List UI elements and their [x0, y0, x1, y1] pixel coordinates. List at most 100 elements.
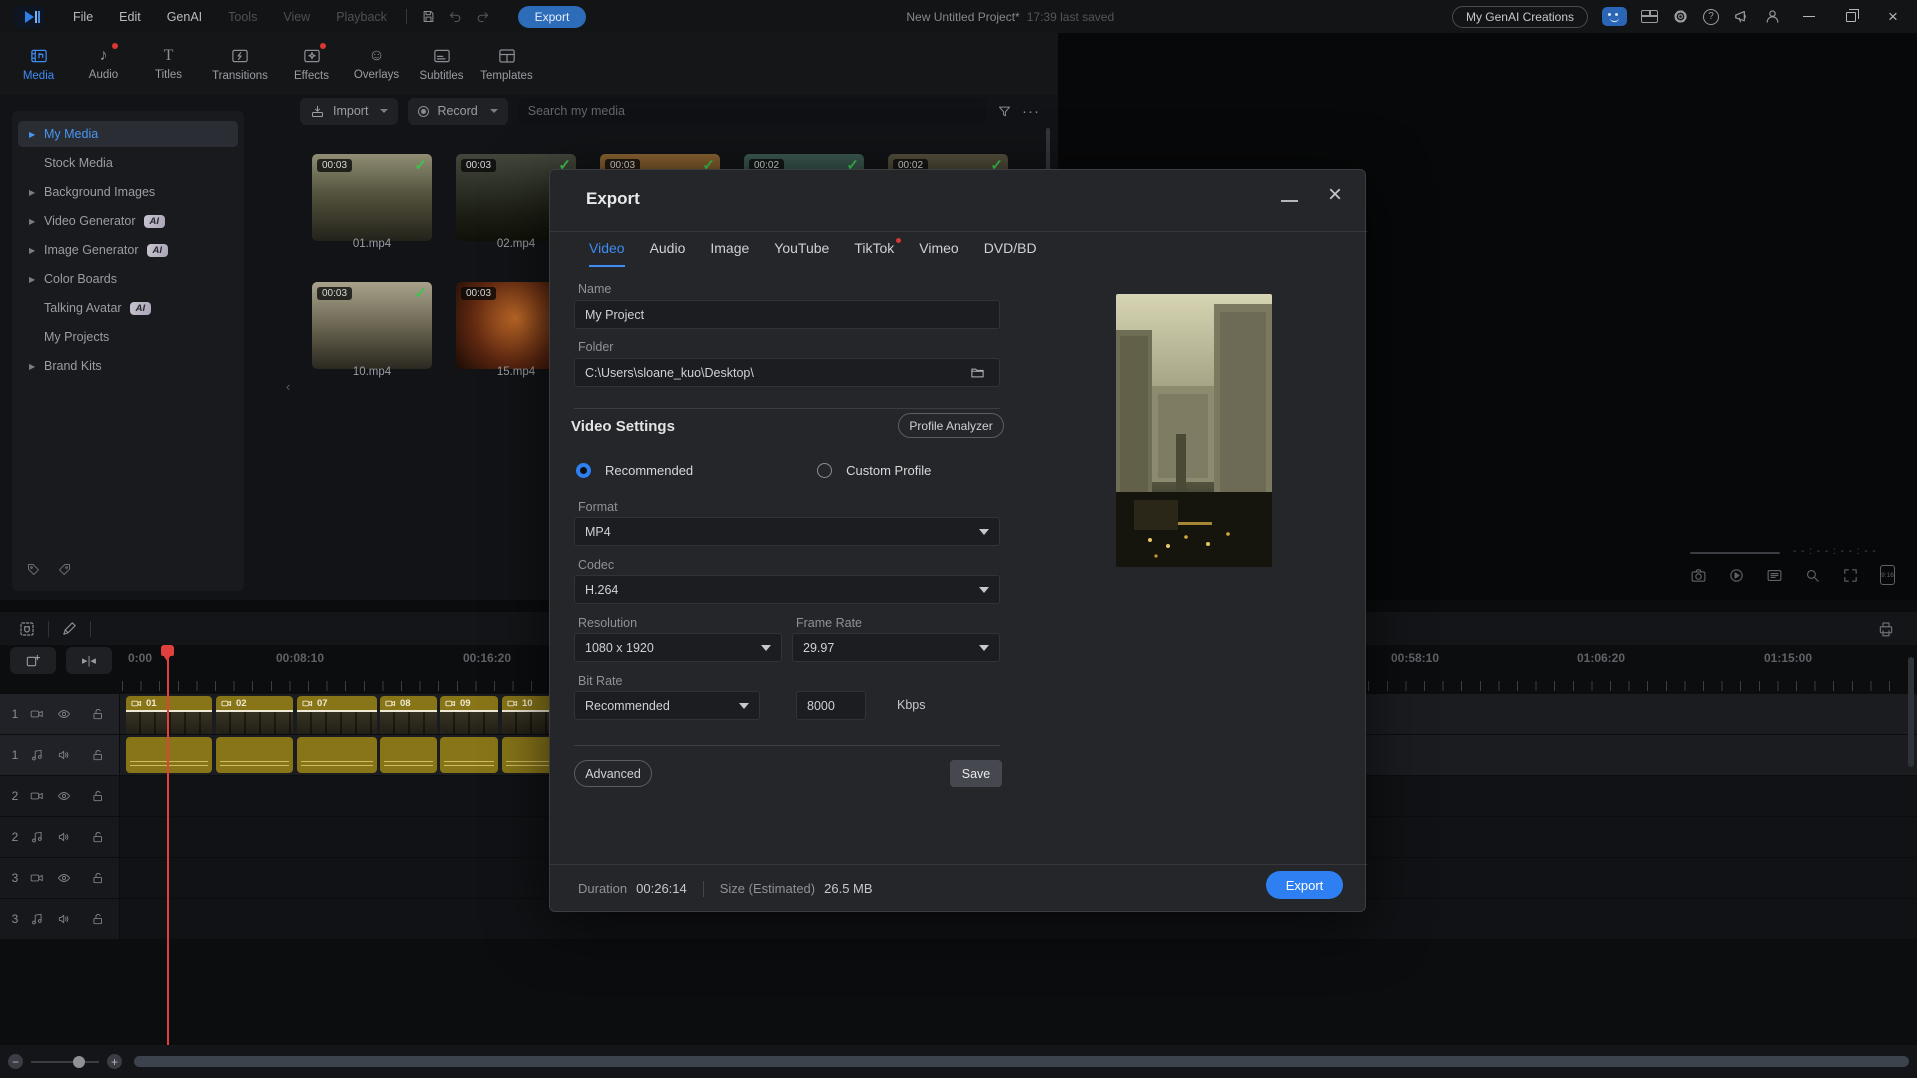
sidebar-item-brand-kits[interactable]: ▶ Brand Kits	[18, 353, 238, 379]
lock-icon[interactable]	[91, 912, 105, 926]
menu-tools[interactable]: Tools	[217, 6, 268, 28]
marker-list-icon[interactable]	[1766, 567, 1783, 584]
tab-tiktok[interactable]: TikTok	[854, 240, 894, 267]
tab-video[interactable]: Video	[589, 240, 625, 267]
redo-icon[interactable]	[469, 6, 496, 27]
resolution-dropdown[interactable]: 1080 x 1920	[574, 633, 782, 662]
bitrate-dropdown[interactable]: Recommended	[574, 691, 760, 720]
tab-audio-export[interactable]: Audio	[650, 240, 686, 267]
menu-genai[interactable]: GenAI	[156, 6, 213, 28]
sidebar-collapse-handle[interactable]: ‹	[286, 379, 290, 394]
window-close-button[interactable]: ×	[1879, 7, 1907, 27]
tab-vimeo[interactable]: Vimeo	[919, 240, 958, 267]
custom-profile-radio[interactable]	[817, 463, 832, 478]
bitrate-kbps-input[interactable]	[796, 691, 866, 720]
help-icon[interactable]: ?	[1703, 9, 1719, 25]
aspect-ratio-icon[interactable]: 9:16	[1880, 565, 1895, 585]
search-input[interactable]	[528, 104, 977, 118]
visibility-eye-icon[interactable]	[57, 871, 71, 885]
zoom-slider-knob[interactable]	[73, 1056, 85, 1068]
workspace-layout-icon[interactable]	[1641, 10, 1658, 23]
framerate-dropdown[interactable]: 29.97	[792, 633, 1000, 662]
visibility-eye-icon[interactable]	[57, 707, 71, 721]
lock-icon[interactable]	[91, 871, 105, 885]
timeline-clip[interactable]: 02	[216, 696, 293, 734]
name-input[interactable]	[574, 300, 1000, 329]
tab-templates[interactable]: Templates	[474, 37, 539, 91]
tab-audio[interactable]: ♪ Audio	[71, 37, 136, 91]
format-dropdown[interactable]: MP4	[574, 517, 1000, 546]
media-search[interactable]	[518, 98, 987, 125]
timeline-clip[interactable]: 01	[126, 696, 212, 734]
visibility-eye-icon[interactable]	[57, 789, 71, 803]
snapshot-camera-icon[interactable]	[1690, 567, 1707, 584]
megaphone-icon[interactable]	[1733, 8, 1750, 25]
import-dropdown-caret[interactable]	[380, 109, 388, 113]
timeline-audio-clip[interactable]	[297, 737, 377, 773]
sidebar-item-background-images[interactable]: ▶ Background Images	[18, 179, 238, 205]
sidebar-item-talking-avatar[interactable]: Talking Avatar AI	[18, 295, 238, 321]
media-thumbnail[interactable]: 00:03 ✓	[312, 282, 432, 369]
save-button[interactable]: Save	[950, 760, 1002, 787]
sidebar-item-stock-media[interactable]: Stock Media	[18, 150, 238, 176]
tab-titles[interactable]: T Titles	[136, 37, 201, 91]
record-dropdown-caret[interactable]	[490, 109, 498, 113]
zoom-in-button[interactable]: +	[107, 1054, 122, 1069]
menu-playback[interactable]: Playback	[325, 6, 398, 28]
tab-transitions[interactable]: Transitions	[201, 37, 279, 91]
lock-icon[interactable]	[91, 707, 105, 721]
player-progress-line[interactable]	[1690, 552, 1780, 554]
save-icon[interactable]	[415, 6, 442, 27]
fullscreen-icon[interactable]	[1842, 567, 1859, 584]
tab-effects[interactable]: Effects	[279, 37, 344, 91]
app-logo-icon[interactable]	[14, 6, 44, 28]
menu-view[interactable]: View	[272, 6, 321, 28]
timeline-clip[interactable]: 08	[380, 696, 437, 734]
filter-icon[interactable]	[997, 104, 1012, 119]
close-gap-button[interactable]: ▸|◂	[66, 647, 112, 674]
sidebar-item-image-generator[interactable]: ▶ Image Generator AI	[18, 237, 238, 263]
tab-youtube[interactable]: YouTube	[774, 240, 829, 267]
timeline-clip[interactable]: 07	[297, 696, 377, 734]
zoom-out-button[interactable]: −	[8, 1054, 23, 1069]
tab-subtitles[interactable]: Subtitles	[409, 37, 474, 91]
codec-dropdown[interactable]: H.264	[574, 575, 1000, 604]
playhead[interactable]	[167, 645, 169, 1045]
tab-image-export[interactable]: Image	[710, 240, 749, 267]
zoom-slider[interactable]	[31, 1061, 99, 1063]
menu-file[interactable]: File	[62, 6, 104, 28]
ai-copilot-icon[interactable]	[1602, 7, 1627, 26]
dialog-close-icon[interactable]: ×	[1328, 183, 1342, 207]
timeline-clip[interactable]: 09	[440, 696, 498, 734]
advanced-button[interactable]: Advanced	[574, 760, 652, 787]
settings-gear-icon[interactable]	[1672, 8, 1689, 25]
timeline-audio-clip[interactable]	[126, 737, 212, 773]
folder-input[interactable]	[574, 358, 1000, 387]
mute-speaker-icon[interactable]	[57, 830, 71, 844]
mute-speaker-icon[interactable]	[57, 748, 71, 762]
sidebar-item-video-generator[interactable]: ▶ Video Generator AI	[18, 208, 238, 234]
lock-icon[interactable]	[91, 748, 105, 762]
menu-edit[interactable]: Edit	[108, 6, 152, 28]
sidebar-item-my-projects[interactable]: My Projects	[18, 324, 238, 350]
dialog-minimize-icon[interactable]	[1281, 200, 1298, 202]
timeline-vertical-scrollbar[interactable]	[1908, 657, 1914, 767]
timeline-audio-clip[interactable]	[440, 737, 498, 773]
undo-icon[interactable]	[442, 6, 469, 27]
timeline-audio-clip[interactable]	[380, 737, 437, 773]
sidebar-item-color-boards[interactable]: ▶ Color Boards	[18, 266, 238, 292]
label-icon[interactable]	[57, 562, 72, 577]
timeline-audio-clip[interactable]	[216, 737, 293, 773]
draw-pen-icon[interactable]	[61, 620, 78, 637]
tag-icon[interactable]	[26, 562, 41, 577]
sidebar-item-my-media[interactable]: ▶ My Media	[18, 121, 238, 147]
playhead-pin[interactable]	[161, 645, 174, 656]
media-thumbnail[interactable]: 00:03 ✓	[312, 154, 432, 241]
import-button[interactable]: Import	[300, 98, 398, 125]
lock-icon[interactable]	[91, 789, 105, 803]
lock-icon[interactable]	[91, 830, 105, 844]
profile-analyzer-button[interactable]: Profile Analyzer	[898, 413, 1004, 438]
tab-overlays[interactable]: ☺ Overlays	[344, 37, 409, 91]
export-quick-button[interactable]: Export	[518, 6, 586, 28]
account-icon[interactable]	[1764, 8, 1781, 25]
